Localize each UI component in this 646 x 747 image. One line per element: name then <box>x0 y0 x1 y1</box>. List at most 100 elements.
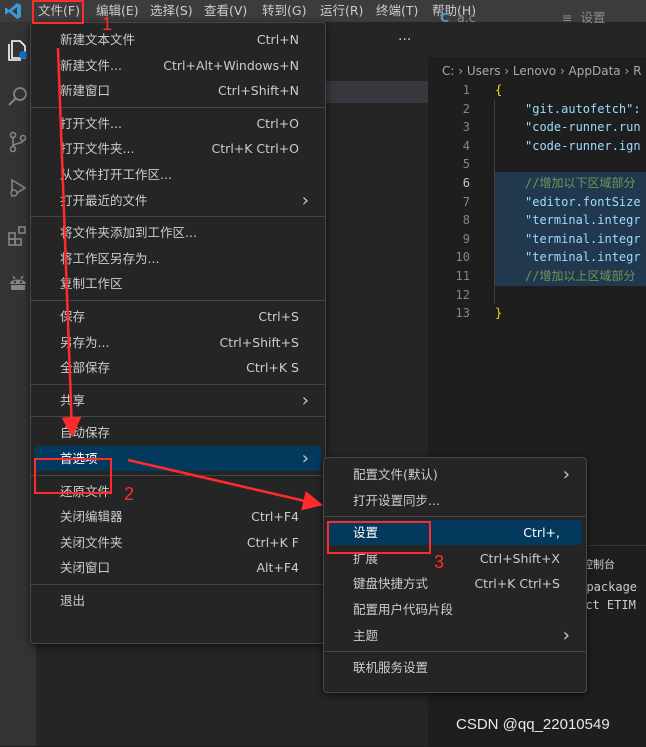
file-menu-item[interactable]: 新建文件... Ctrl+Alt+Windows+N <box>35 53 321 78</box>
pref-menu-item-label: 配置文件(默认) <box>353 467 438 482</box>
code-line[interactable]: "code-runner.ign <box>525 137 646 155</box>
sidebar-more-button[interactable]: ··· <box>398 32 411 48</box>
pref-menu-item[interactable]: 打开设置同步... <box>328 488 582 513</box>
code-line[interactable]: "code-runner.run <box>525 118 646 136</box>
code-line[interactable] <box>525 286 646 304</box>
chevron-right-icon: › <box>301 189 309 211</box>
search-icon[interactable] <box>6 84 30 108</box>
file-menu-item[interactable]: 从文件打开工作区... <box>35 162 321 187</box>
menubar-item-3[interactable]: 查看(V) <box>200 0 251 22</box>
menubar-item-2[interactable]: 选择(S) <box>146 0 197 22</box>
code-line[interactable]: //增加以上区域部分 <box>525 267 646 285</box>
pref-menu-item[interactable]: 键盘快捷方式 Ctrl+K Ctrl+S <box>328 571 582 596</box>
settings-tab-icon: ≡ <box>562 10 573 25</box>
breadcrumb[interactable]: C: › Users › Lenovo › AppData › R <box>428 60 646 82</box>
menubar-item-4[interactable]: 转到(G) <box>258 0 310 22</box>
file-menu-item[interactable]: 关闭窗口 Alt+F4 <box>35 555 321 580</box>
file-menu-item[interactable]: 退出 <box>35 588 321 613</box>
menubar-item-1[interactable]: 编辑(E) <box>92 0 143 22</box>
file-menu-item-label: 全部保存 <box>60 360 111 376</box>
file-menu-item-shortcut: Ctrl+N <box>256 32 299 47</box>
file-menu-item-shortcut: Ctrl+S <box>258 309 299 324</box>
file-menu-item-label: 关闭文件夹 <box>60 534 123 550</box>
annotation-number-2: 2 <box>124 484 135 504</box>
file-menu-item[interactable]: 自动保存 <box>35 420 321 445</box>
file-menu-item[interactable]: 关闭编辑器 Ctrl+F4 <box>35 504 321 529</box>
menu-separator <box>31 216 325 218</box>
file-menu-item-label: 从文件打开工作区... <box>60 167 172 182</box>
menubar-item-5[interactable]: 运行(R) <box>316 0 367 22</box>
file-menu-item-shortcut: Ctrl+Shift+S <box>219 334 299 350</box>
file-menu-item-label: 将文件夹添加到工作区... <box>60 225 197 241</box>
line-number: 4 <box>462 138 470 153</box>
file-menu-item[interactable]: 共享 › <box>35 388 321 413</box>
file-menu-item[interactable]: 打开文件夹... Ctrl+K Ctrl+O <box>35 136 321 161</box>
file-menu-item-shortcut: Alt+F4 <box>256 560 299 576</box>
pref-menu-item-shortcut: Ctrl+, <box>523 525 560 541</box>
file-menu-item[interactable]: 打开文件... Ctrl+O <box>35 111 321 136</box>
file-menu-item-label: 自动保存 <box>60 425 111 441</box>
pref-menu-item[interactable]: 配置文件(默认) › <box>328 462 582 487</box>
run-debug-icon[interactable] <box>6 176 30 200</box>
file-menu-item-label: 共享 <box>60 392 86 408</box>
code-line[interactable]: "editor.fontSize <box>525 193 646 211</box>
code-line[interactable]: //增加以下区域部分 <box>525 174 646 192</box>
file-menu-item-shortcut: Ctrl+F4 <box>251 509 299 525</box>
file-menu: 新建文本文件 Ctrl+N 新建文件... Ctrl+Alt+Windows+N 新建窗… <box>30 22 326 644</box>
file-menu-item[interactable]: 将文件夹添加到工作区... <box>35 220 321 245</box>
code-line[interactable]: "terminal.integr <box>525 248 646 266</box>
file-menu-item[interactable]: 另存为... Ctrl+Shift+S <box>35 330 321 355</box>
line-number: 8 <box>462 213 470 228</box>
pref-menu-item-shortcut: Ctrl+Shift+X <box>479 550 560 566</box>
file-menu-item-label: 复制工作区 <box>60 276 123 292</box>
pref-menu-item-label: 联机服务设置 <box>353 660 429 676</box>
line-number: 2 <box>462 101 470 116</box>
line-number: 12 <box>455 287 470 302</box>
extensions-icon[interactable] <box>6 224 30 248</box>
pref-menu-item[interactable]: 配置用户代码片段 <box>328 597 582 622</box>
file-menu-item-label: 关闭窗口 <box>60 560 111 576</box>
pref-menu-item[interactable]: 联机服务设置 <box>328 655 582 680</box>
c-file-icon: C <box>440 10 450 25</box>
menu-separator <box>31 383 325 385</box>
preferences-submenu: 配置文件(默认) › 打开设置同步... 设置 Ctrl+, 扩展 Ctrl+Shift+X… <box>323 457 587 693</box>
file-menu-item[interactable]: 新建文本文件 Ctrl+N <box>35 27 321 52</box>
annotation-box-preferences <box>34 458 112 494</box>
sidebar-selected-row[interactable] <box>320 81 428 103</box>
annotation-box-file <box>32 0 84 24</box>
code-line[interactable]: "terminal.integr <box>525 230 646 248</box>
menubar-item-6[interactable]: 终端(T) <box>372 0 422 22</box>
tab-settings[interactable]: ≡ 设置 <box>562 0 605 35</box>
code-line[interactable]: "git.autofetch": <box>525 100 646 118</box>
source-control-icon[interactable] <box>6 130 30 154</box>
menu-separator <box>31 300 325 301</box>
line-number: 5 <box>462 157 470 172</box>
code-line[interactable]: "terminal.integr <box>525 211 646 229</box>
pref-menu-item[interactable]: 主题 › <box>328 623 582 648</box>
android-icon[interactable] <box>6 270 30 294</box>
file-menu-item[interactable]: 关闭文件夹 Ctrl+K F <box>35 530 321 555</box>
tab-a-c[interactable]: C a.c <box>440 0 476 35</box>
file-menu-item[interactable]: 全部保存 Ctrl+K S <box>35 355 321 380</box>
menu-separator <box>31 584 325 585</box>
file-menu-item[interactable]: 新建窗口 Ctrl+Shift+N <box>35 78 321 103</box>
file-menu-item[interactable]: 保存 Ctrl+S <box>35 304 321 329</box>
file-menu-item-label: 新建文件... <box>60 57 122 73</box>
file-menu-item-label: 打开最近的文件 <box>60 192 148 208</box>
tab-label: 设置 <box>580 10 606 25</box>
file-menu-item-label: 新建文本文件 <box>60 32 136 47</box>
code-line[interactable]: } <box>495 304 646 322</box>
file-menu-item-shortcut: Ctrl+K F <box>246 534 299 550</box>
file-menu-item[interactable]: 复制工作区 <box>35 271 321 296</box>
explorer-icon[interactable] <box>6 38 30 62</box>
chevron-right-icon: › <box>301 448 309 469</box>
file-menu-item[interactable]: 将工作区另存为... <box>35 246 321 271</box>
pref-menu-item-shortcut: Ctrl+K Ctrl+S <box>474 576 560 592</box>
vscode-logo-icon <box>5 3 21 19</box>
file-menu-item[interactable]: 打开最近的文件 › <box>35 188 321 213</box>
code-line[interactable] <box>525 155 646 173</box>
code-line[interactable]: { <box>495 81 646 99</box>
file-menu-item-shortcut: Ctrl+K S <box>246 360 299 376</box>
line-number: 1 <box>462 83 470 97</box>
pref-menu-item-label: 配置用户代码片段 <box>353 602 454 617</box>
